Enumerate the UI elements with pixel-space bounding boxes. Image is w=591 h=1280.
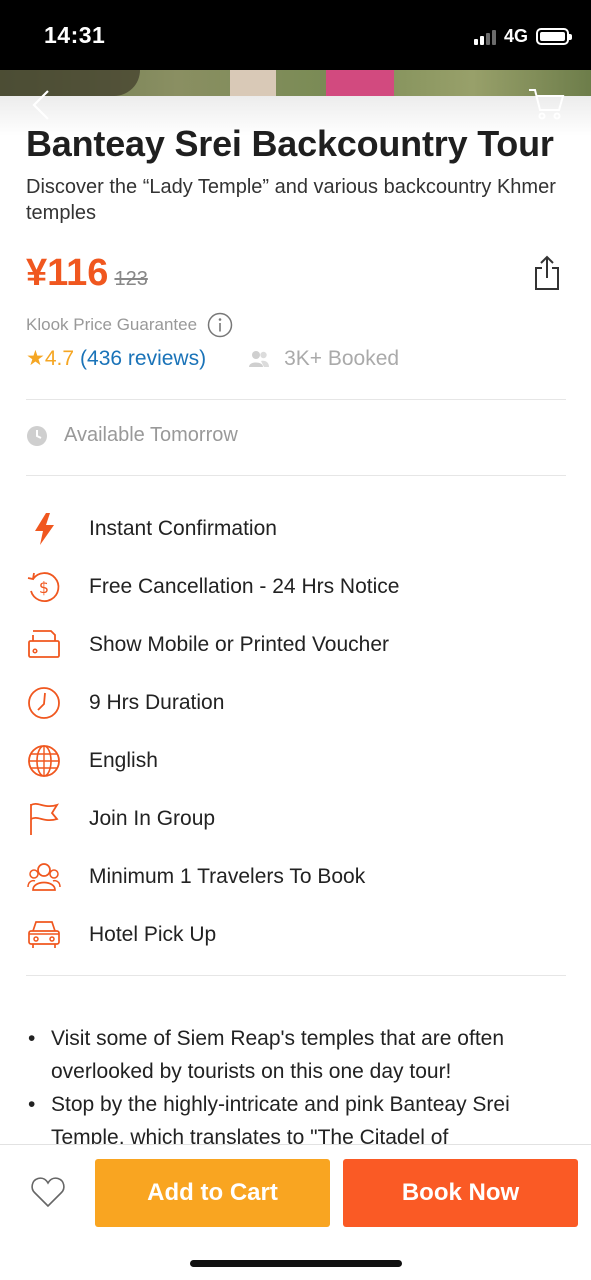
original-price: 123 (114, 268, 148, 290)
battery-icon (536, 28, 572, 45)
add-to-cart-button[interactable]: Add to Cart (95, 1159, 330, 1227)
network-type: 4G (503, 26, 528, 46)
availability-row: Available Tomorrow (26, 424, 238, 447)
product-title: Banteay Srei Backcountry Tour (26, 123, 554, 164)
share-button[interactable] (532, 254, 562, 292)
lightning-icon (26, 511, 62, 547)
people-icon (249, 350, 270, 367)
product-header: Banteay Srei Backcountry Tour Discover t… (26, 120, 566, 226)
hero-image[interactable] (0, 70, 591, 96)
flag-icon (26, 801, 62, 837)
feature-join-group: Join In Group (26, 790, 566, 848)
info-icon[interactable] (207, 312, 233, 338)
highlights-list: Visit some of Siem Reap's temples that a… (26, 1022, 566, 1154)
car-icon (26, 917, 62, 953)
clock-icon (27, 425, 47, 446)
status-bar: 14:31 4G (0, 0, 591, 70)
highlight-item: Visit some of Siem Reap's temples that a… (26, 1022, 566, 1088)
heart-icon (31, 1177, 65, 1208)
feature-label: Minimum 1 Travelers To Book (89, 865, 366, 888)
feature-label: Join In Group (89, 807, 216, 830)
price-guarantee-label: Klook Price Guarantee (26, 315, 198, 334)
feature-duration: 9 Hrs Duration (26, 674, 566, 732)
divider (26, 475, 566, 476)
voucher-icon (26, 627, 62, 663)
wishlist-button[interactable] (30, 1175, 66, 1209)
rating-value: 4.7 (44, 346, 75, 370)
feature-label: Show Mobile or Printed Voucher (89, 633, 389, 656)
status-indicators: 4G (473, 26, 572, 47)
feature-label: Instant Confirmation (89, 517, 277, 540)
feature-list: Instant Confirmation $ Free Cancellation… (26, 500, 566, 964)
feature-language: English (26, 732, 566, 790)
reviews-link[interactable]: (436 reviews) (80, 347, 206, 371)
divider (26, 399, 566, 400)
booked-count: 3K+ Booked (284, 346, 400, 370)
availability-text: Available Tomorrow (64, 424, 238, 446)
feature-hotel-pickup: Hotel Pick Up (26, 906, 566, 964)
feature-label: English (89, 749, 158, 772)
product-subtitle: Discover the “Lady Temple” and various b… (26, 176, 556, 224)
price-row: ¥116 123 (26, 252, 566, 296)
star-icon: ★ (26, 347, 45, 370)
current-price: ¥116 (26, 252, 109, 294)
price-guarantee[interactable]: Klook Price Guarantee (26, 312, 233, 338)
share-icon (535, 255, 559, 290)
home-indicator (190, 1260, 402, 1267)
feature-instant-confirmation: Instant Confirmation (26, 500, 566, 558)
svg-text:$: $ (39, 578, 49, 597)
bottom-action-bar: Add to Cart Book Now (0, 1144, 591, 1280)
feature-label: Free Cancellation - 24 Hrs Notice (89, 575, 400, 598)
feature-voucher: Show Mobile or Printed Voucher (26, 616, 566, 674)
chevron-left-icon (32, 90, 49, 120)
feature-label: 9 Hrs Duration (89, 691, 225, 714)
book-now-button[interactable]: Book Now (343, 1159, 578, 1227)
cart-icon (529, 89, 565, 120)
refund-icon: $ (26, 569, 62, 605)
cart-button[interactable] (527, 86, 565, 122)
feature-label: Hotel Pick Up (89, 923, 217, 946)
status-time: 14:31 (44, 22, 106, 48)
rating-row: ★ 4.7 (436 reviews) 3K+ Booked (26, 346, 399, 371)
feature-free-cancellation: $ Free Cancellation - 24 Hrs Notice (26, 558, 566, 616)
clock-icon (26, 685, 62, 721)
back-button[interactable] (28, 88, 56, 122)
signal-icon (473, 29, 496, 45)
divider (26, 975, 566, 976)
globe-icon (26, 743, 62, 779)
feature-min-travelers: Minimum 1 Travelers To Book (26, 848, 566, 906)
group-icon (26, 859, 62, 895)
